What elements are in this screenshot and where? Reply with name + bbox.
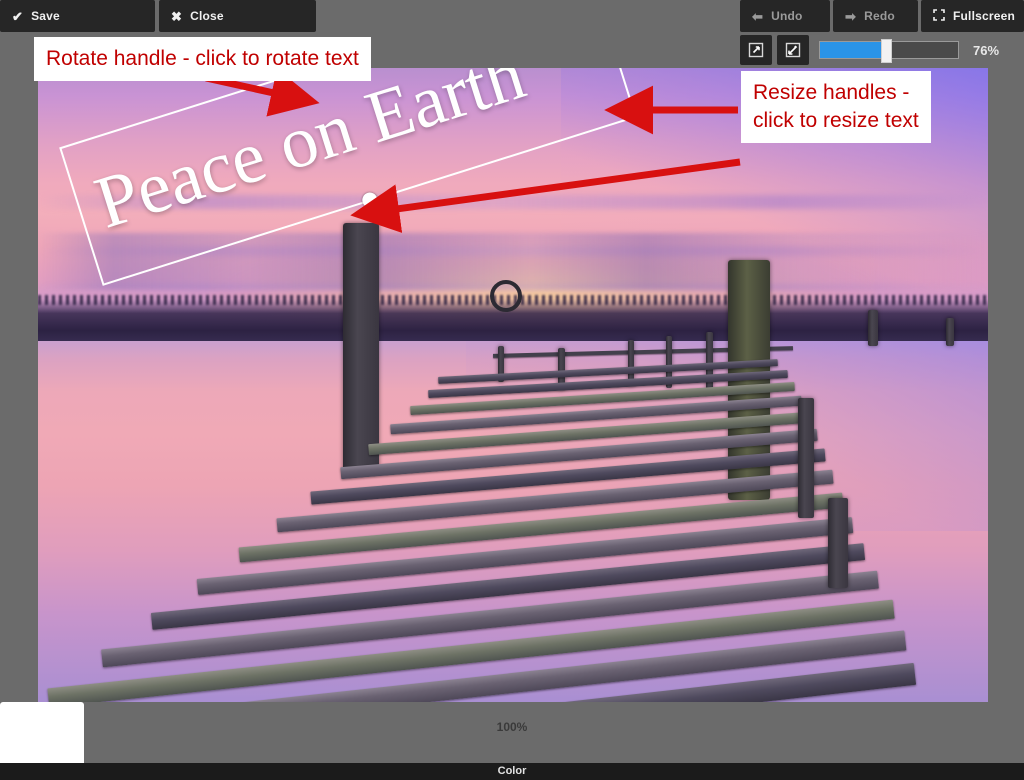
zoom-slider-thumb[interactable] bbox=[880, 39, 892, 63]
color-opacity-value: 100% bbox=[496, 719, 528, 734]
annotation-rotate-text: Rotate handle - click to rotate text bbox=[46, 47, 359, 70]
zoom-fit-icon bbox=[748, 42, 764, 58]
save-button[interactable]: ✔ Save bbox=[0, 0, 155, 32]
close-button[interactable]: ✖ Close bbox=[159, 0, 316, 32]
undo-button[interactable]: ⬅ Undo bbox=[740, 0, 830, 32]
overlay-text[interactable]: Peace on Earth bbox=[86, 68, 534, 245]
check-icon: ✔ bbox=[12, 8, 24, 24]
close-x-icon: ✖ bbox=[171, 8, 183, 24]
image-canvas[interactable]: Peace on Earth bbox=[38, 68, 988, 702]
zoom-level-label: 76% bbox=[973, 42, 1000, 58]
zoom-slider-fill bbox=[820, 42, 885, 58]
photo-sunset-pier: Peace on Earth bbox=[38, 68, 988, 702]
fullscreen-button-label: Fullscreen bbox=[953, 9, 1016, 23]
close-button-label: Close bbox=[190, 9, 224, 23]
redo-button[interactable]: ➡ Redo bbox=[833, 0, 918, 32]
arrow-right-icon: ➡ bbox=[845, 8, 857, 24]
annotation-resize-line1: Resize handles - bbox=[753, 81, 910, 104]
redo-button-label: Redo bbox=[864, 9, 895, 23]
text-bounding-box[interactable]: Peace on Earth bbox=[59, 68, 637, 286]
save-button-label: Save bbox=[31, 9, 60, 23]
annotation-resize-note: Resize handles - click to resize text bbox=[741, 71, 931, 143]
bottom-toolbar: SERIF Serif Peace on Earth Font Mido bbox=[0, 702, 1024, 780]
annotation-resize-line2: click to resize text bbox=[753, 109, 919, 132]
top-toolbar: ✔ Save ✖ Close ⬅ Undo ➡ Redo Fullscreen bbox=[0, 0, 1024, 32]
editor-window: ✔ Save ✖ Close ⬅ Undo ➡ Redo Fullscreen bbox=[0, 0, 1024, 780]
zoom-actual-button[interactable] bbox=[777, 35, 809, 65]
annotation-rotate-note: Rotate handle - click to rotate text bbox=[34, 37, 371, 81]
color-swatch-button[interactable]: 100% Color bbox=[0, 702, 1024, 780]
zoom-fit-button[interactable] bbox=[740, 35, 772, 65]
fullscreen-icon bbox=[933, 9, 945, 23]
text-selection-layer: Peace on Earth bbox=[38, 68, 988, 702]
undo-button-label: Undo bbox=[771, 9, 803, 23]
zoom-actual-icon bbox=[785, 42, 801, 58]
zoom-slider[interactable] bbox=[819, 39, 959, 63]
zoom-toolbar: 76% bbox=[740, 35, 1024, 65]
arrow-left-icon: ⬅ bbox=[752, 8, 764, 24]
fullscreen-button[interactable]: Fullscreen bbox=[921, 0, 1024, 32]
color-caption: Color bbox=[0, 763, 1024, 780]
resize-handle-bottom[interactable] bbox=[360, 190, 380, 210]
